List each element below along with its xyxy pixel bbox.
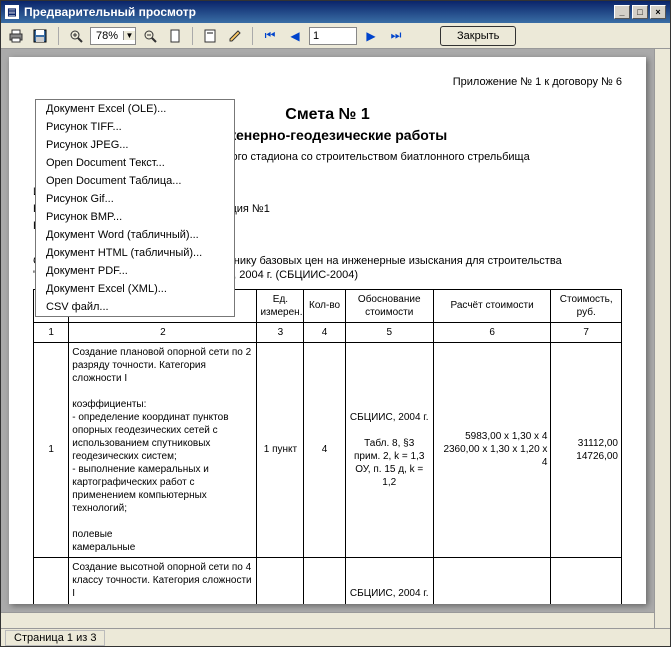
window-title: Предварительный просмотр <box>24 5 196 19</box>
first-icon: ⏮ <box>265 28 276 43</box>
table-row: 1Создание плановой опорной сети по 2 раз… <box>34 342 622 557</box>
export-menu-item[interactable]: Рисунок JPEG... <box>36 136 234 154</box>
export-menu-item[interactable]: Документ Word (табличный)... <box>36 226 234 244</box>
table-colnum-cell: 4 <box>304 322 345 342</box>
export-dropdown: Документ Excel (OLE)...Рисунок TIFF...Ри… <box>35 99 235 317</box>
zoom-in-button[interactable] <box>65 25 87 47</box>
export-menu-item[interactable]: Документ PDF... <box>36 262 234 280</box>
scrollbar-horizontal[interactable] <box>1 612 654 628</box>
next-icon: ▶ <box>366 29 375 43</box>
table-header-cell: Кол-во <box>304 289 345 322</box>
pencil-icon <box>228 29 242 43</box>
chevron-down-icon[interactable]: ▼ <box>123 31 135 40</box>
table-colnum-cell: 3 <box>257 322 304 342</box>
prev-icon: ◀ <box>290 29 299 43</box>
table-cell: 4 <box>304 342 345 557</box>
zoom-input[interactable] <box>91 30 123 42</box>
app-icon: ▤ <box>5 5 19 19</box>
status-page: Страница 1 из 3 <box>5 630 105 646</box>
print-button[interactable] <box>5 25 27 47</box>
table-colnum-cell: 5 <box>345 322 433 342</box>
last-page-button[interactable]: ⏭ <box>385 25 407 47</box>
page-input[interactable] <box>309 27 357 45</box>
next-page-button[interactable]: ▶ <box>360 25 382 47</box>
table-colnum-row: 1234567 <box>34 322 622 342</box>
export-menu-item[interactable]: Документ HTML (табличный)... <box>36 244 234 262</box>
table-cell: Создание плановой опорной сети по 2 разр… <box>69 342 257 557</box>
separator <box>252 27 253 45</box>
table-header-cell: Обоснование стоимости <box>345 289 433 322</box>
prev-page-button[interactable]: ◀ <box>284 25 306 47</box>
table-body: 1Создание плановой опорной сети по 2 раз… <box>34 342 622 604</box>
scrollbar-vertical[interactable] <box>654 49 670 628</box>
close-button[interactable]: Закрыть <box>440 26 516 46</box>
save-icon <box>33 29 49 43</box>
content-area: Приложение № 1 к договору № 6 Смета № 1 … <box>1 49 670 628</box>
table-colnum-cell: 6 <box>433 322 551 342</box>
printer-icon <box>8 29 24 43</box>
export-menu-item[interactable]: Рисунок TIFF... <box>36 118 234 136</box>
last-icon: ⏭ <box>391 28 402 43</box>
table-cell: 1 пункт <box>257 342 304 557</box>
maximize-button[interactable]: □ <box>632 5 648 19</box>
table-cell: 1 <box>34 342 69 557</box>
table-header-cell: Ед. измерен. <box>257 289 304 322</box>
export-menu-item[interactable]: CSV файл... <box>36 298 234 316</box>
zoom-in-icon <box>69 29 83 43</box>
estimate-table: № п/пНаименование работ и затратЕд. изме… <box>33 289 622 604</box>
table-cell: 2 <box>34 557 69 604</box>
first-page-button[interactable]: ⏮ <box>259 25 281 47</box>
page-icon <box>168 29 182 43</box>
page-setup-button[interactable] <box>199 25 221 47</box>
export-menu-item[interactable]: Документ Excel (XML)... <box>36 280 234 298</box>
doc-right-note: Приложение № 1 к договору № 6 <box>33 75 622 89</box>
table-cell <box>433 557 551 604</box>
export-menu-item[interactable]: Open Document Текст... <box>36 154 234 172</box>
table-cell: Создание высотной опорной сети по 4 клас… <box>69 557 257 604</box>
export-menu-item[interactable]: Рисунок BMP... <box>36 208 234 226</box>
export-menu-item[interactable]: Open Document Таблица... <box>36 172 234 190</box>
export-menu-item[interactable]: Рисунок Gif... <box>36 190 234 208</box>
table-row: 2Создание высотной опорной сети по 4 кла… <box>34 557 622 604</box>
preview-window: ▤ Предварительный просмотр _ □ × ▼ <box>0 0 671 647</box>
statusbar: Страница 1 из 3 <box>1 628 670 646</box>
close-window-button[interactable]: × <box>650 5 666 19</box>
edit-button[interactable] <box>224 25 246 47</box>
table-cell: СБЦИИС, 2004 г. Табл. 8, §3 прим. 2, k =… <box>345 342 433 557</box>
table-cell: 4 <box>304 557 345 604</box>
separator <box>192 27 193 45</box>
minimize-button[interactable]: _ <box>614 5 630 19</box>
page-box <box>309 27 357 45</box>
separator <box>58 27 59 45</box>
export-button[interactable] <box>30 25 52 47</box>
table-header-cell: Стоимость, руб. <box>551 289 622 322</box>
table-colnum-cell: 2 <box>69 322 257 342</box>
page-setup-icon <box>203 29 217 43</box>
table-cell: 31112,00 14726,00 <box>551 342 622 557</box>
table-cell <box>551 557 622 604</box>
table-colnum-cell: 1 <box>34 322 69 342</box>
zoom-combo[interactable]: ▼ <box>90 27 136 45</box>
titlebar: ▤ Предварительный просмотр _ □ × <box>1 1 670 23</box>
table-cell: 1 пункт <box>257 557 304 604</box>
zoom-out-button[interactable] <box>139 25 161 47</box>
table-colnum-cell: 7 <box>551 322 622 342</box>
zoom-out-icon <box>143 29 157 43</box>
table-cell: СБЦИИС, 2004 г. Табл. 8, §4 прим. 1, k =… <box>345 557 433 604</box>
export-menu-item[interactable]: Документ Excel (OLE)... <box>36 100 234 118</box>
toolbar: ▼ ⏮ ◀ ▶ ⏭ Закрыть <box>1 23 670 49</box>
table-cell: 5983,00 x 1,30 x 4 2360,00 x 1,30 x 1,20… <box>433 342 551 557</box>
fit-page-button[interactable] <box>164 25 186 47</box>
table-header-cell: Расчёт стоимости <box>433 289 551 322</box>
